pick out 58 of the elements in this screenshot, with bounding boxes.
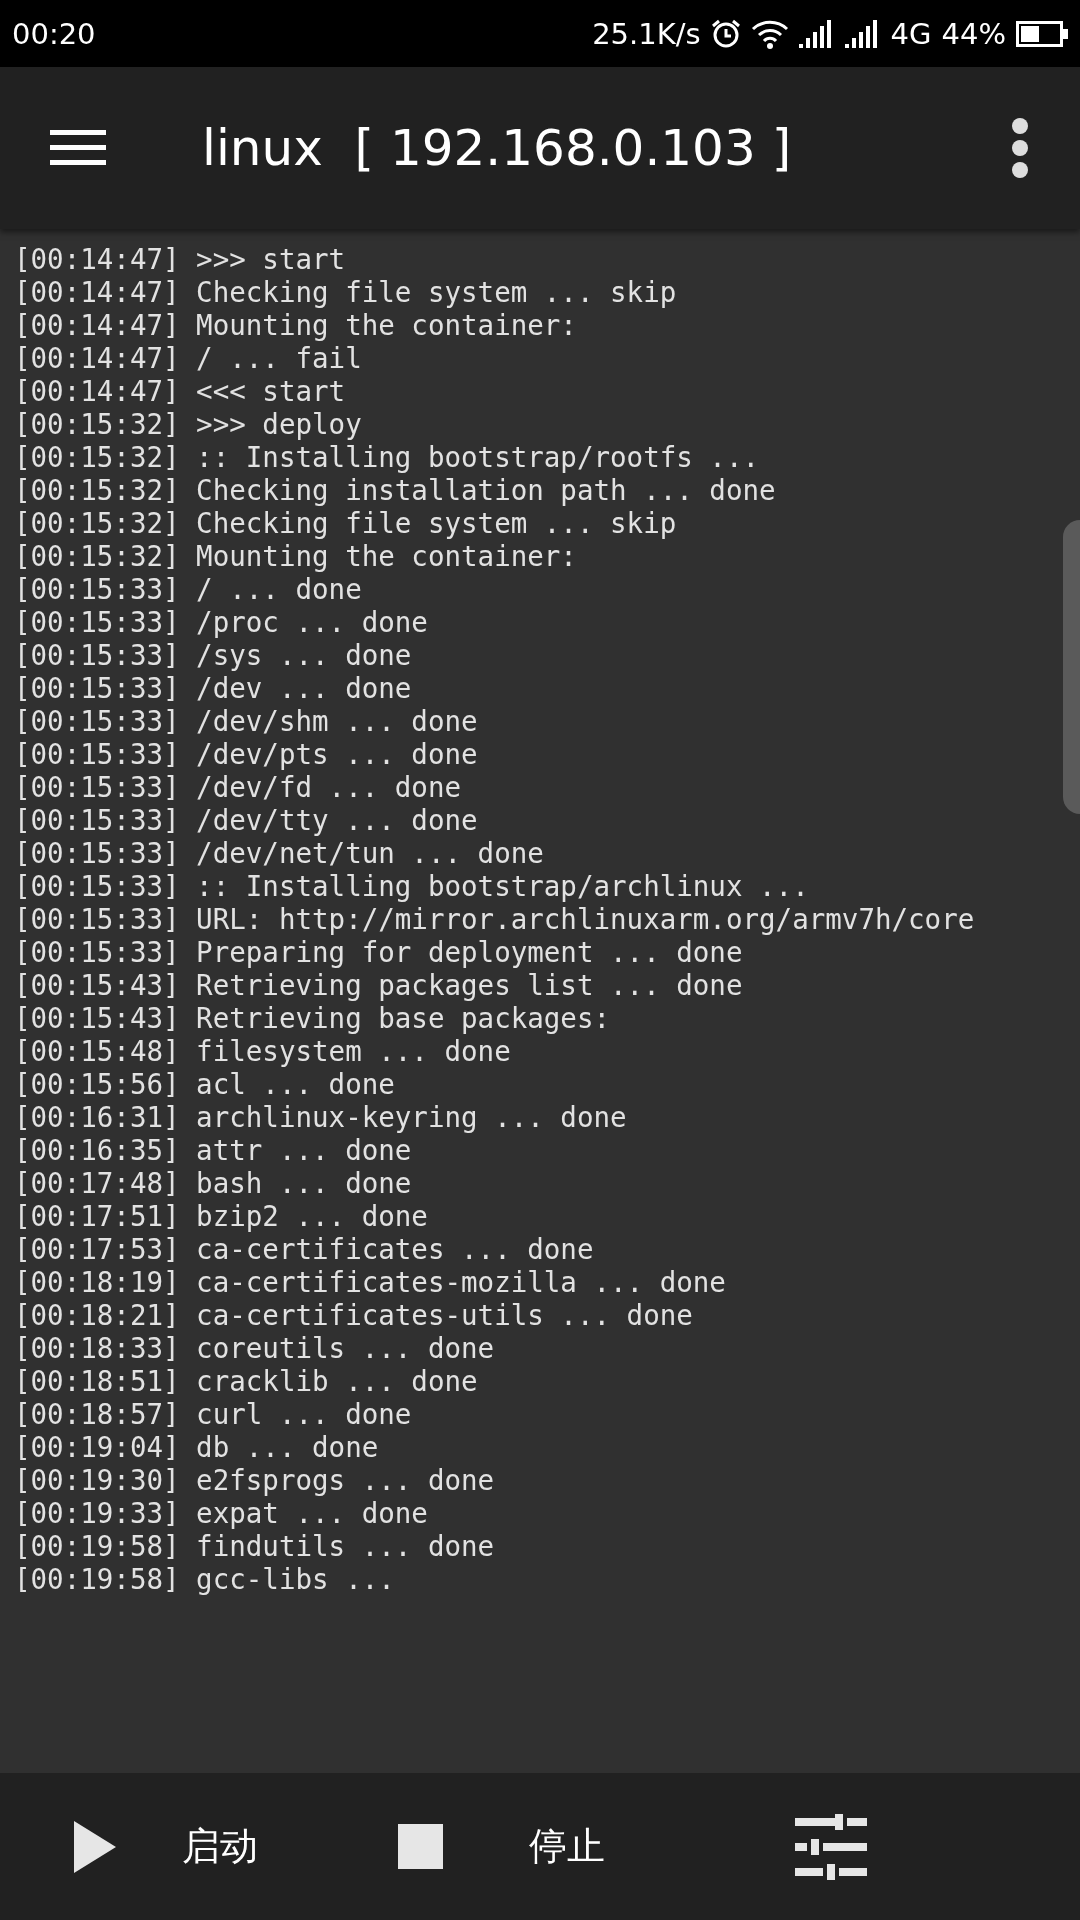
sliders-icon (795, 1813, 867, 1880)
log-line: [00:15:33] /dev ... done (14, 672, 413, 705)
log-line: [00:15:33] /dev/fd ... done (14, 771, 463, 804)
wifi-icon (750, 18, 789, 49)
log-line: [00:15:33] /dev/tty ... done (14, 804, 479, 837)
log-line: [00:16:31] archlinux-keyring ... done (14, 1101, 628, 1134)
log-line: [00:15:33] /sys ... done (14, 639, 413, 672)
log-line: [00:19:04] db ... done (14, 1431, 380, 1464)
log-line: [00:15:33] :: Installing bootstrap/archlinux ... (14, 870, 810, 903)
log-line: [00:14:47] Mounting the container: (14, 309, 578, 342)
log-line: [00:15:32] Checking file system ... skip (14, 507, 678, 540)
log-line: [00:15:32] Mounting the container: (14, 540, 578, 573)
status-time: 00:20 (12, 16, 96, 51)
log-line: [00:18:21] ca-certificates-utils ... done (14, 1299, 694, 1332)
log-line: [00:15:33] /dev/pts ... done (14, 738, 479, 771)
log-line: [00:19:30] e2fsprogs ... done (14, 1464, 496, 1497)
log-line: [00:15:33] Preparing for deployment ... done (14, 936, 744, 969)
log-line: [00:15:32] Checking installation path ... done (14, 474, 777, 507)
log-line: [00:19:58] gcc-libs ... (14, 1563, 396, 1596)
log-line: [00:19:33] expat ... done (14, 1497, 429, 1530)
log-line: [00:19:58] findutils ... done (14, 1530, 496, 1563)
play-icon (74, 1820, 116, 1873)
stop-icon (398, 1824, 443, 1869)
log-line: [00:17:48] bash ... done (14, 1167, 413, 1200)
log-line: [00:17:51] bzip2 ... done (14, 1200, 429, 1233)
menu-button[interactable] (50, 130, 106, 166)
network-speed: 25.1K/s (592, 16, 701, 51)
log-line: [00:14:47] >>> start (14, 243, 347, 276)
log-line: [00:15:33] /dev/net/tun ... done (14, 837, 545, 870)
log-line: [00:15:33] / ... done (14, 573, 363, 606)
log-line: [00:15:43] Retrieving base packages: (14, 1002, 612, 1035)
scroll-handle[interactable] (1063, 520, 1080, 814)
log-line: [00:17:53] ca-certificates ... done (14, 1233, 595, 1266)
log-line: [00:14:47] / ... fail (14, 342, 363, 375)
log-line: [00:15:43] Retrieving packages list ... done (14, 969, 744, 1002)
log-line: [00:18:57] curl ... done (14, 1398, 413, 1431)
log-line: [00:15:48] filesystem ... done (14, 1035, 512, 1068)
log-line: [00:18:33] coreutils ... done (14, 1332, 496, 1365)
battery-icon (1016, 20, 1068, 47)
log-line: [00:15:32] :: Installing bootstrap/rootfs ... (14, 441, 761, 474)
network-type: 4G (890, 16, 932, 51)
stop-button[interactable]: 停止 (398, 1821, 605, 1872)
log-line: [00:15:32] >>> deploy (14, 408, 363, 441)
log-line: [00:15:33] /proc ... done (14, 606, 429, 639)
toolbar-title: linux [ 192.168.0.103 ] (202, 119, 793, 177)
log-line: [00:15:33] /dev/shm ... done (14, 705, 479, 738)
log-line: [00:18:19] ca-certificates-mozilla ... done (14, 1266, 727, 1299)
log-line: [00:14:47] <<< start (14, 375, 347, 408)
log-line: [00:18:51] cracklib ... done (14, 1365, 479, 1398)
log-line: [00:15:56] acl ... done (14, 1068, 396, 1101)
more-options-button[interactable] (1010, 117, 1030, 179)
start-button[interactable]: 启动 (74, 1820, 258, 1873)
battery-percent: 44% (941, 16, 1006, 51)
log-line: [00:16:35] attr ... done (14, 1134, 413, 1167)
log-line: [00:14:47] Checking file system ... skip (14, 276, 678, 309)
settings-button[interactable] (795, 1813, 867, 1880)
alarm-icon (710, 18, 741, 49)
log-line: [00:15:33] URL: http://mirror.archlinuxarm.org/armv7h/core (14, 903, 976, 936)
